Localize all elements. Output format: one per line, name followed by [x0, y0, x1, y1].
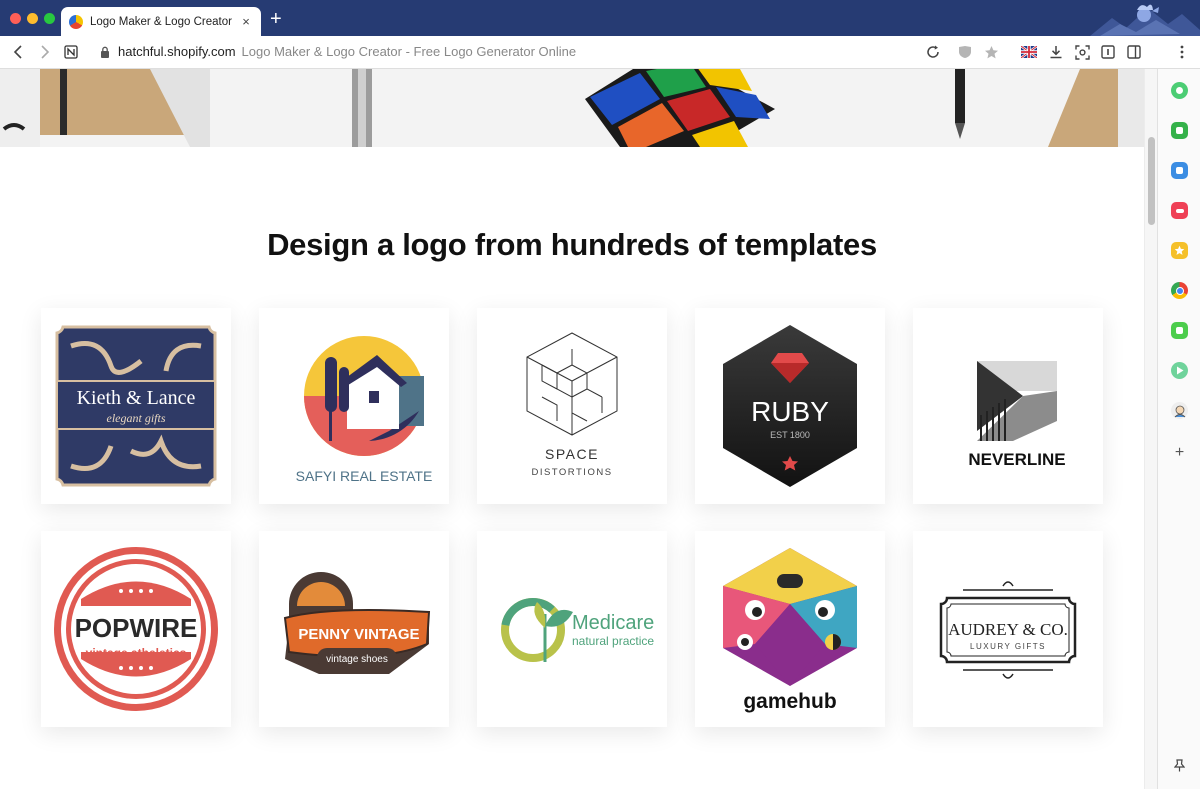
active-tab[interactable]: Logo Maker & Logo Creator - Fr ×	[61, 7, 261, 36]
kieth-lance-tagline: elegant gifts	[107, 411, 166, 425]
tab-title: Logo Maker & Logo Creator - Fr	[90, 15, 233, 28]
reload-icon	[927, 45, 939, 58]
audrey-co-logo: AUDREY & CO. LUXURY GIFTS	[939, 581, 1077, 679]
chrome-icon[interactable]	[1171, 282, 1188, 299]
star-icon	[984, 45, 998, 58]
audrey-name: AUDREY & CO.	[948, 620, 1068, 639]
new-tab-button[interactable]: +	[270, 9, 282, 29]
lock-icon	[101, 46, 109, 58]
space-tagline: DISTORTIONS	[531, 467, 612, 478]
app-green-square-icon[interactable]	[1171, 322, 1188, 339]
notion-icon	[64, 45, 78, 59]
ruby-name: RUBY	[751, 396, 829, 427]
audrey-tagline: LUXURY GIFTS	[970, 642, 1046, 651]
pin-icon[interactable]	[1171, 757, 1188, 774]
back-button[interactable]	[9, 42, 29, 62]
address-bar: hatchful.shopify.com Logo Maker & Logo C…	[0, 36, 1200, 69]
bookmark-button[interactable]	[982, 43, 1000, 61]
ruby-tagline: EST 1800	[770, 430, 810, 440]
popwire-name: POPWIRE	[75, 613, 198, 643]
hero-image	[0, 69, 1144, 147]
download-icon	[1050, 46, 1062, 59]
minimize-window-button[interactable]	[27, 13, 38, 24]
reader-button[interactable]	[1099, 43, 1117, 61]
url-host: hatchful.shopify.com	[118, 44, 236, 59]
app-blue-box-icon[interactable]	[1171, 162, 1188, 179]
screenshot-button[interactable]	[1073, 43, 1091, 61]
penny-vintage-logo: PENNY VINTAGE vintage shoes	[283, 572, 431, 674]
logo-template-card[interactable]: SPACE DISTORTIONS	[477, 308, 667, 504]
penny-name: PENNY VINTAGE	[298, 626, 419, 643]
url-field[interactable]: hatchful.shopify.com Logo Maker & Logo C…	[100, 44, 576, 59]
sidebar-icon	[1127, 45, 1141, 59]
forward-button[interactable]	[34, 42, 54, 62]
tab-close-button[interactable]: ×	[239, 14, 253, 29]
gamehub-name: gamehub	[743, 690, 836, 713]
more-icon	[1180, 45, 1184, 59]
medicare-logo: Medicare natural practice	[501, 598, 654, 662]
medicare-name: Medicare	[572, 612, 654, 634]
logo-template-card[interactable]: AUDREY & CO. LUXURY GIFTS	[913, 531, 1103, 727]
screenshot-icon	[1074, 44, 1090, 60]
gamehub-logo: gamehub	[723, 548, 857, 713]
hatchful-favicon-icon	[69, 14, 83, 29]
space-distortions-logo: SPACE DISTORTIONS	[526, 332, 618, 478]
logo-template-card[interactable]: NEVERLINE	[913, 308, 1103, 504]
safyi-real-estate-logo: SAFYI REAL ESTATE	[296, 336, 433, 484]
space-name: SPACE	[545, 446, 599, 462]
app-green-chat-icon[interactable]	[1171, 122, 1188, 139]
scrollbar-thumb[interactable]	[1148, 137, 1155, 225]
page-scrollbar[interactable]	[1144, 69, 1157, 789]
logo-template-card[interactable]: SAFYI REAL ESTATE	[259, 308, 449, 504]
menu-button[interactable]	[1173, 43, 1191, 61]
logo-template-card[interactable]: PENNY VINTAGE vintage shoes	[259, 531, 449, 727]
logo-template-card[interactable]: Medicare natural practice	[477, 531, 667, 727]
popwire-logo: POPWIRE vintage atheletics	[54, 547, 218, 711]
ruby-logo: RUBY EST 1800	[723, 325, 857, 487]
page-headline: Design a logo from hundreds of templates	[267, 227, 877, 262]
logo-template-card[interactable]: RUBY EST 1800	[695, 308, 885, 504]
kieth-lance-logo: Kieth & Lance elegant gifts	[55, 325, 217, 487]
uk-flag-icon	[1021, 46, 1037, 58]
back-icon	[13, 45, 22, 59]
shield-button[interactable]	[956, 43, 974, 61]
download-button[interactable]	[1047, 43, 1065, 61]
browser-sidebar: +	[1157, 69, 1200, 789]
bookmark-star-icon[interactable]	[1171, 242, 1188, 259]
neverline-name: NEVERLINE	[968, 450, 1065, 469]
url-page-title: Logo Maker & Logo Creator - Free Logo Ge…	[241, 44, 577, 59]
maximize-window-button[interactable]	[44, 13, 55, 24]
logo-template-card[interactable]: POPWIRE vintage atheletics	[41, 531, 231, 727]
translate-button[interactable]	[1020, 43, 1038, 61]
reader-icon	[1101, 45, 1115, 59]
app-green-circle-icon[interactable]	[1171, 82, 1188, 99]
tab-bar: Logo Maker & Logo Creator - Fr × +	[0, 0, 1200, 36]
safyi-name: SAFYI REAL ESTATE	[296, 468, 433, 484]
sidebar-toggle-button[interactable]	[1125, 43, 1143, 61]
logo-template-card[interactable]: Kieth & Lance elegant gifts	[41, 308, 231, 504]
penny-tagline: vintage shoes	[326, 654, 388, 665]
kieth-lance-name: Kieth & Lance	[77, 387, 196, 409]
play-icon[interactable]	[1171, 362, 1188, 379]
medicare-tagline: natural practice	[572, 634, 654, 648]
pocket-icon[interactable]	[1171, 202, 1188, 219]
neverline-logo: NEVERLINE	[968, 361, 1066, 469]
avatar-icon[interactable]	[1171, 402, 1188, 419]
shield-icon	[959, 46, 971, 58]
reload-button[interactable]	[924, 43, 942, 61]
popwire-tagline: vintage atheletics	[86, 646, 187, 660]
logo-template-card[interactable]: gamehub	[695, 531, 885, 727]
close-window-button[interactable]	[10, 13, 21, 24]
browser-mascot-art-icon	[1090, 4, 1200, 36]
add-icon[interactable]: +	[1171, 444, 1188, 461]
page-content: Design a logo from hundreds of templates…	[0, 69, 1144, 789]
forward-icon	[41, 45, 50, 59]
notion-button[interactable]	[61, 42, 81, 62]
